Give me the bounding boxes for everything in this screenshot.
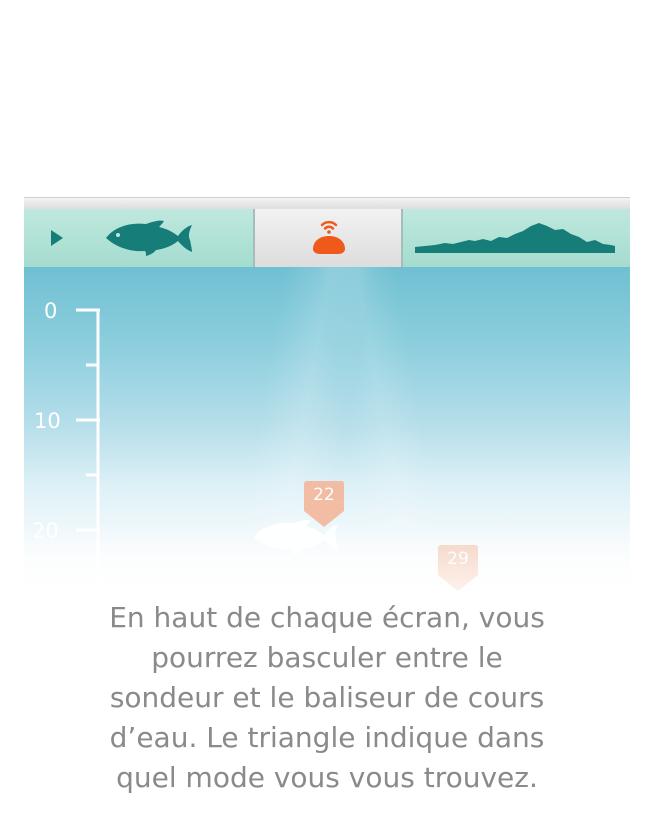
caption-line: quel mode vous vous trouvez. <box>116 761 538 794</box>
tab-sonar[interactable] <box>24 209 254 267</box>
marker-value: 22 <box>313 485 335 505</box>
depth-label-0: 0 <box>44 299 58 323</box>
caption-line: pourrez basculer entre le <box>151 641 503 674</box>
mode-tab-bar <box>24 209 630 267</box>
caption-line: En haut de chaque écran, vous <box>109 601 545 634</box>
caption-line: d’eau. Le triangle indique dans <box>109 721 545 754</box>
triangle-right-icon <box>51 230 63 246</box>
fish-icon <box>106 220 192 256</box>
caption-line: sondeur et le baliseur de cours <box>109 681 545 714</box>
tab-device[interactable] <box>254 209 402 267</box>
depth-profile-icon <box>415 223 615 253</box>
sonar-device-icon <box>313 220 345 254</box>
tutorial-page: 0 10 20 22 29 En haut de chaque écran, v <box>0 0 654 837</box>
depth-label-10: 10 <box>34 409 61 433</box>
tab-riverbed-mapper[interactable] <box>402 209 630 267</box>
tutorial-caption: En haut de chaque écran, vous pourrez ba… <box>20 598 634 798</box>
